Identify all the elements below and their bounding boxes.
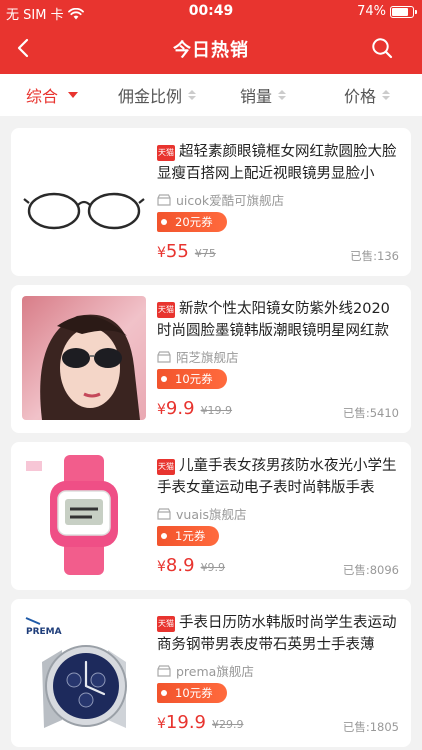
original-price: ¥19.9: [200, 404, 233, 417]
product-image: PREMA: [22, 610, 146, 734]
sold-count: 已售:5410: [342, 406, 399, 420]
product-title[interactable]: 天猫 超轻素颜眼镜框女网红款圆脸大脸显瘦百搭网上配近视眼镜男显脸小: [157, 141, 403, 185]
store-icon: [157, 664, 171, 677]
tmall-badge: 天猫: [157, 459, 175, 475]
product-card[interactable]: PREMA 天猫 手表日历防水韩版时尚学生表运动商务钢带男表皮带石英男士手表薄 p…: [11, 599, 411, 747]
product-title-text: 手表日历防水韩版时尚学生表运动商务钢带男表皮带石英男士手表薄: [157, 615, 397, 653]
shop-name-text: 陌芝旗舰店: [176, 350, 239, 365]
pink-watch-photo: [26, 455, 118, 575]
shop-name[interactable]: vuais旗舰店: [157, 504, 246, 523]
product-image: [22, 453, 146, 577]
nav-bar: 今日热销: [0, 24, 422, 74]
price-value: 8.9: [165, 555, 195, 576]
sort-comprehensive-label: 综合: [26, 87, 59, 106]
product-title-text: 新款个性太阳镜女防紫外线2020时尚圆脸墨镜韩版潮眼镜明星网红款: [157, 301, 390, 339]
product-title-text: 超轻素颜眼镜框女网红款圆脸大脸显瘦百搭网上配近视眼镜男显脸小: [157, 144, 397, 182]
sort-arrows-icon: [382, 90, 391, 100]
prema-logo-text: PREMA: [26, 627, 62, 637]
shop-name-text: vuais旗舰店: [176, 507, 247, 522]
sunglasses-model-photo: [40, 314, 140, 420]
shop-name-text: uicok爱酷可旗舰店: [176, 193, 285, 208]
price-value: 9.9: [165, 398, 195, 419]
coupon-badge[interactable]: 10元券: [157, 369, 227, 389]
sort-sales-label: 销量: [240, 87, 273, 106]
product-title[interactable]: 天猫 儿童手表女孩男孩防水夜光小学生手表女童运动电子表时尚韩版手表: [157, 455, 403, 499]
price-value: 19.9: [165, 712, 206, 733]
coupon-badge[interactable]: 20元券: [157, 212, 227, 232]
price-currency: ¥: [157, 402, 166, 418]
price-value: 55: [165, 241, 189, 262]
sort-price-label: 价格: [344, 87, 377, 106]
sort-sales[interactable]: 销量: [240, 84, 287, 106]
product-card[interactable]: 天猫 儿童手表女孩男孩防水夜光小学生手表女童运动电子表时尚韩版手表 vuais旗舰…: [11, 442, 411, 590]
original-price: ¥9.9: [200, 561, 226, 574]
steel-watch-photo: PREMA: [25, 617, 127, 728]
sort-commission-label: 佣金比例: [118, 87, 183, 106]
sort-commission[interactable]: 佣金比例: [118, 84, 197, 106]
product-title[interactable]: 天猫 新款个性太阳镜女防紫外线2020时尚圆脸墨镜韩版潮眼镜明星网红款: [157, 298, 403, 342]
product-title[interactable]: 天猫 手表日历防水韩版时尚学生表运动商务钢带男表皮带石英男士手表薄: [157, 612, 403, 656]
battery-icon: [390, 5, 417, 18]
sort-arrows-icon: [278, 90, 287, 100]
shop-name-text: prema旗舰店: [176, 664, 254, 679]
original-price: ¥75: [194, 247, 216, 260]
product-title-text: 儿童手表女孩男孩防水夜光小学生手表女童运动电子表时尚韩版手表: [157, 458, 397, 496]
tmall-badge: 天猫: [157, 616, 175, 632]
store-icon: [157, 507, 171, 520]
product-card[interactable]: 天猫 超轻素颜眼镜框女网红款圆脸大脸显瘦百搭网上配近视眼镜男显脸小 uicok爱酷…: [11, 128, 411, 276]
app-header: 无 SIM 卡 00:49 74% 今日热销: [0, 0, 422, 74]
sold-count: 已售:136: [350, 249, 399, 263]
sold-count: 已售:1805: [342, 720, 399, 734]
price: ¥19.9 ¥29.9: [157, 712, 244, 733]
price-currency: ¥: [157, 559, 166, 575]
coupon-badge[interactable]: 10元券: [157, 683, 227, 703]
battery-fill: [392, 7, 409, 16]
sort-comprehensive[interactable]: 综合: [26, 84, 79, 106]
shop-name[interactable]: uicok爱酷可旗舰店: [157, 190, 284, 209]
price: ¥55 ¥75: [157, 241, 216, 262]
page-title: 今日热销: [173, 40, 249, 61]
sort-price[interactable]: 价格: [344, 84, 391, 106]
store-icon: [157, 193, 171, 206]
product-card[interactable]: 天猫 新款个性太阳镜女防紫外线2020时尚圆脸墨镜韩版潮眼镜明星网红款 陌芝旗舰店…: [11, 285, 411, 433]
status-bar: 无 SIM 卡 00:49 74%: [0, 0, 422, 24]
coupon-badge[interactable]: 1元券: [157, 526, 220, 546]
shop-name[interactable]: prema旗舰店: [157, 661, 254, 680]
battery-status: 74%: [357, 4, 417, 19]
shop-name[interactable]: 陌芝旗舰店: [157, 347, 239, 366]
product-image: [22, 296, 146, 420]
price: ¥8.9 ¥9.9: [157, 555, 225, 576]
caret-down-icon: [68, 92, 79, 98]
sort-arrows-icon: [188, 90, 197, 100]
price: ¥9.9 ¥19.9: [157, 398, 232, 419]
price-currency: ¥: [157, 245, 166, 261]
tmall-badge: 天猫: [157, 145, 175, 161]
product-image: [22, 139, 146, 263]
tmall-badge: 天猫: [157, 302, 175, 318]
store-icon: [157, 350, 171, 363]
search-icon[interactable]: [370, 36, 394, 60]
sold-count: 已售:8096: [342, 563, 399, 577]
battery-percent: 74%: [357, 4, 386, 19]
original-price: ¥29.9: [212, 718, 244, 731]
price-currency: ¥: [157, 716, 166, 732]
sort-bar: 综合 佣金比例 销量 价格: [0, 74, 422, 116]
glasses-icon: [23, 192, 145, 230]
